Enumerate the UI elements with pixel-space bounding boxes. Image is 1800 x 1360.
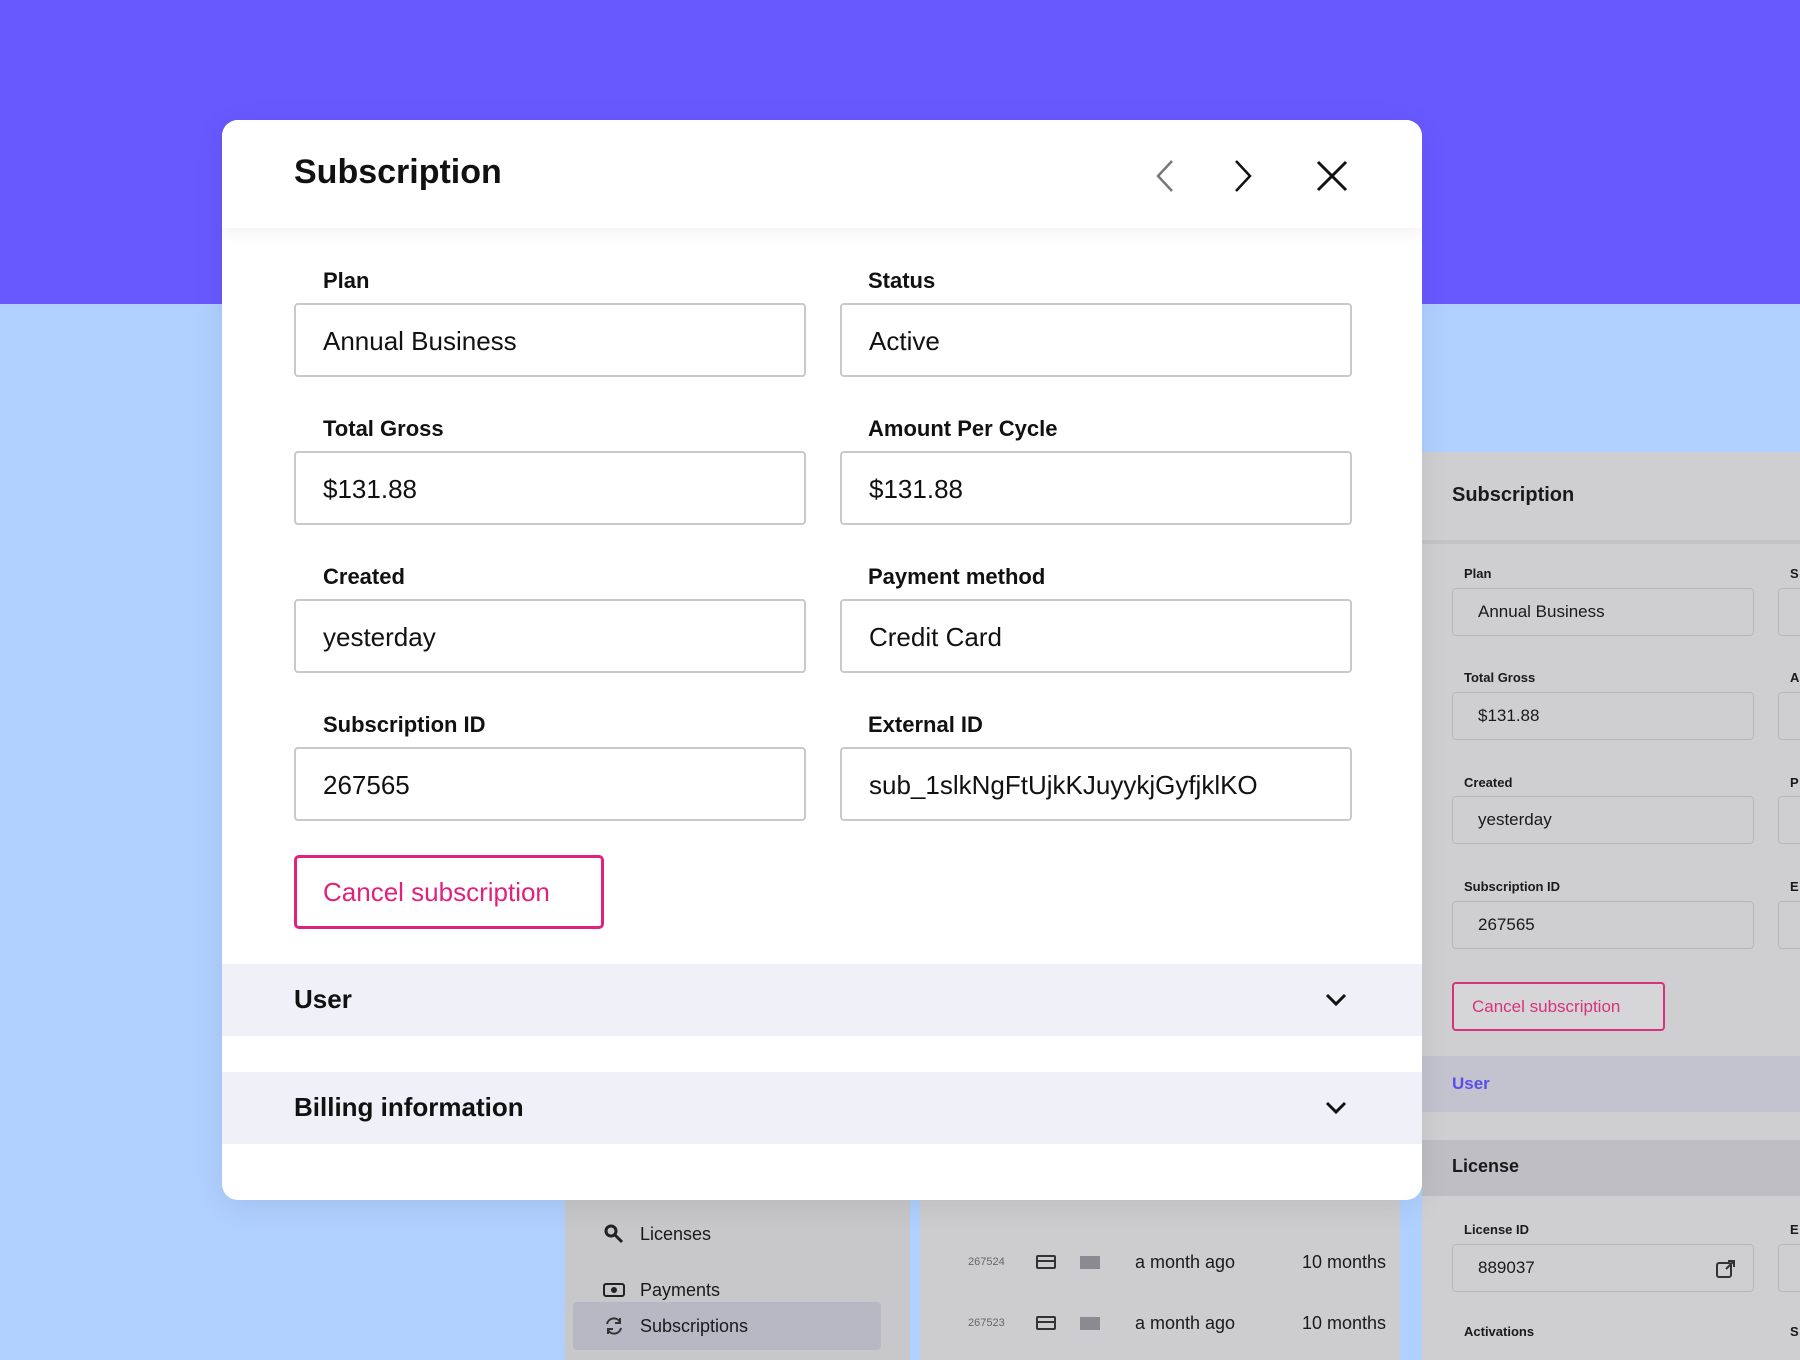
- modal-header: Subscription: [222, 120, 1422, 228]
- subscription-modal: Subscription Plan Annual Business Status…: [222, 120, 1422, 1200]
- license-id-field[interactable]: 889037: [1452, 1244, 1754, 1292]
- total-gross-label: Total Gross: [323, 416, 444, 441]
- stub-field[interactable]: [1778, 692, 1800, 740]
- stub-label: A: [1790, 670, 1800, 685]
- payment-method-label: Payment method: [868, 564, 1046, 589]
- cancel-subscription-button[interactable]: Cancel subscription: [1452, 982, 1665, 1031]
- created-field[interactable]: yesterday: [1452, 796, 1754, 844]
- stub-label: E: [1790, 879, 1799, 894]
- stub-field[interactable]: [1778, 1244, 1800, 1292]
- sidebar-item-label: Payments: [640, 1279, 721, 1300]
- chevron-left-icon[interactable]: [1146, 156, 1186, 196]
- background-sidebar: Licenses Payments Subscriptions: [565, 1190, 910, 1360]
- amount-per-cycle-label: Amount Per Cycle: [868, 416, 1058, 441]
- section-title: Billing information: [294, 1092, 524, 1122]
- key-icon: [604, 1224, 624, 1244]
- user-section[interactable]: User: [1422, 1056, 1800, 1112]
- amount-per-cycle-field[interactable]: $131.88: [840, 451, 1352, 525]
- license-section[interactable]: License: [1422, 1140, 1800, 1196]
- panel-title: Subscription: [1452, 484, 1575, 506]
- section-title: User: [1452, 1074, 1490, 1093]
- activations-label: Activations: [1464, 1324, 1535, 1339]
- row-duration: 10 months: [1302, 1251, 1387, 1272]
- user-section-toggle[interactable]: User: [222, 964, 1422, 1036]
- table-row[interactable]: 267523 a month ago 10 months: [920, 1303, 1400, 1343]
- license-id-value: 889037: [1478, 1258, 1535, 1277]
- cancel-subscription-button[interactable]: Cancel subscription: [294, 855, 604, 929]
- created-field[interactable]: yesterday: [294, 599, 806, 673]
- status-label: Status: [868, 268, 936, 293]
- stub-label: S: [1790, 1324, 1799, 1339]
- section-title: User: [294, 984, 352, 1014]
- chevron-down-icon: [1325, 1101, 1347, 1115]
- sidebar-item-licenses[interactable]: Licenses: [603, 1214, 711, 1254]
- subscription-id-label: Subscription ID: [1464, 879, 1561, 894]
- subscription-id-field[interactable]: 267565: [294, 747, 806, 821]
- flag-icon: [1080, 1255, 1100, 1269]
- subscription-id-field[interactable]: 267565: [1452, 901, 1754, 949]
- credit-card-icon: [1036, 1316, 1056, 1330]
- status-field[interactable]: Active: [840, 303, 1352, 377]
- sidebar-item-label: Subscriptions: [640, 1315, 749, 1336]
- total-gross-field[interactable]: $131.88: [1452, 692, 1754, 740]
- row-when: a month ago: [1135, 1251, 1236, 1272]
- close-icon[interactable]: [1312, 156, 1352, 196]
- row-duration: 10 months: [1302, 1312, 1387, 1333]
- plan-field[interactable]: Annual Business: [1452, 588, 1754, 636]
- total-gross-field[interactable]: $131.88: [294, 451, 806, 525]
- sidebar-item-label: Licenses: [640, 1223, 712, 1244]
- row-id: 267523: [968, 1317, 1005, 1329]
- divider: [1422, 540, 1800, 544]
- external-id-label: External ID: [868, 712, 983, 737]
- license-id-label: License ID: [1464, 1222, 1530, 1237]
- plan-label: Plan: [1464, 566, 1492, 581]
- refresh-icon: [606, 1317, 622, 1335]
- stub-field[interactable]: [1778, 796, 1800, 844]
- stub-field[interactable]: [1778, 901, 1800, 949]
- payment-method-field[interactable]: Credit Card: [840, 599, 1352, 673]
- flag-icon: [1080, 1316, 1100, 1330]
- background-subscription-panel: Subscription Plan Annual Business S Tota…: [1422, 452, 1800, 1360]
- stub-field[interactable]: [1778, 588, 1800, 636]
- stub-label: E: [1790, 1222, 1799, 1237]
- stub-label: S: [1790, 566, 1799, 581]
- modal-title: Subscription: [294, 153, 502, 191]
- chevron-down-icon: [1325, 993, 1347, 1007]
- billing-information-section-toggle[interactable]: Billing information: [222, 1072, 1422, 1144]
- subscription-id-label: Subscription ID: [323, 712, 486, 737]
- chevron-right-icon[interactable]: [1222, 156, 1262, 196]
- plan-field[interactable]: Annual Business: [294, 303, 806, 377]
- stub-label: P: [1790, 775, 1799, 790]
- background-table: 267524 a month ago 10 months 267523 a mo…: [920, 1190, 1400, 1360]
- total-gross-label: Total Gross: [1464, 670, 1536, 685]
- section-title: License: [1452, 1156, 1520, 1176]
- plan-label: Plan: [323, 268, 370, 293]
- row-when: a month ago: [1135, 1312, 1236, 1333]
- created-label: Created: [1464, 775, 1513, 790]
- money-icon: [603, 1283, 625, 1297]
- row-id: 267524: [968, 1256, 1005, 1268]
- external-link-icon[interactable]: [1715, 1258, 1737, 1280]
- created-label: Created: [323, 564, 405, 589]
- external-id-field[interactable]: sub_1slkNgFtUjkKJuyykjGyfjklKO: [840, 747, 1352, 821]
- table-row[interactable]: 267524 a month ago 10 months: [920, 1242, 1400, 1282]
- sidebar-item-subscriptions[interactable]: Subscriptions: [573, 1302, 881, 1350]
- credit-card-icon: [1036, 1255, 1056, 1269]
